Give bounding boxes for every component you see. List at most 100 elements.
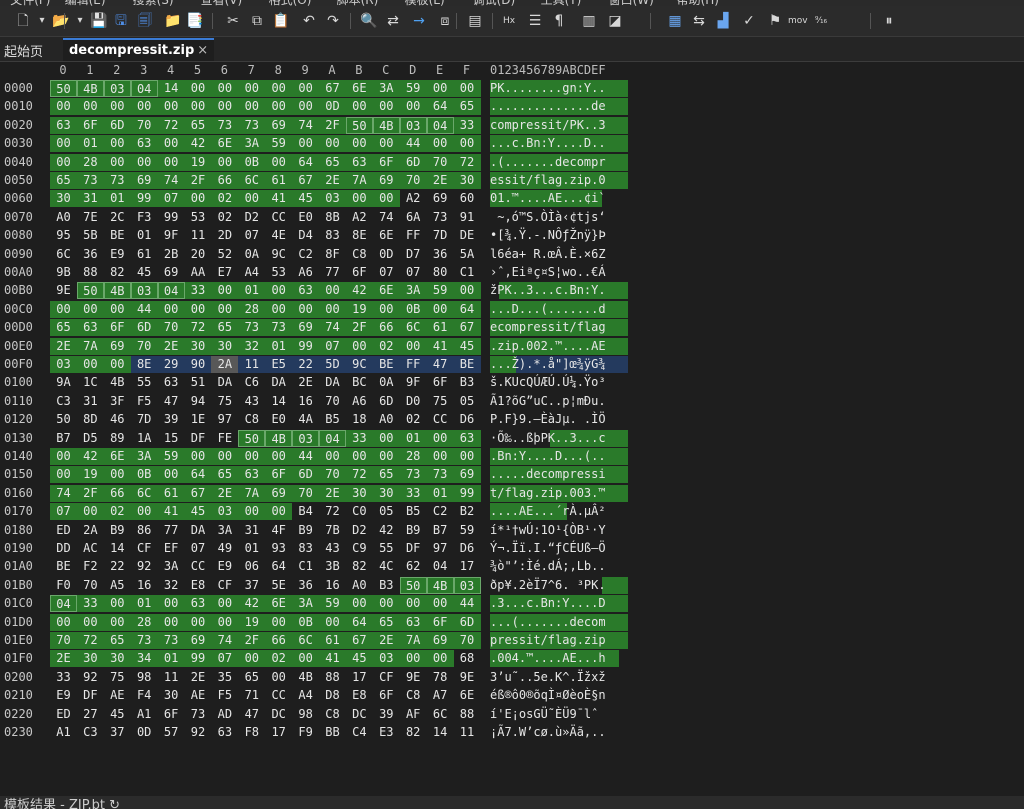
- hex-byte[interactable]: 88: [77, 264, 104, 281]
- hex-byte[interactable]: 3A: [211, 522, 238, 539]
- hex-byte[interactable]: 00: [265, 503, 293, 521]
- hex-byte[interactable]: 45: [104, 706, 131, 723]
- hex-byte[interactable]: 04: [427, 558, 454, 575]
- open-template-icon[interactable]: 📑: [186, 12, 204, 30]
- hex-byte[interactable]: 03: [292, 429, 320, 447]
- ascii-row[interactable]: PK........gn:Y..: [490, 80, 606, 97]
- hex-byte[interactable]: E8: [185, 577, 212, 594]
- hex-byte[interactable]: 00: [372, 98, 400, 116]
- hex-byte[interactable]: 04: [426, 116, 454, 134]
- hex-byte[interactable]: 00: [103, 98, 131, 116]
- hex-byte[interactable]: 9F: [158, 227, 185, 244]
- hex-byte[interactable]: 8D: [77, 411, 104, 428]
- hex-byte[interactable]: 01: [265, 337, 293, 355]
- hex-byte[interactable]: DC: [346, 706, 373, 723]
- hex-byte[interactable]: E9: [104, 246, 131, 263]
- hex-byte[interactable]: 20: [185, 246, 212, 263]
- hex-byte[interactable]: 30: [453, 172, 481, 189]
- hex-byte[interactable]: 44: [130, 300, 158, 318]
- hex-byte[interactable]: 00: [265, 300, 293, 318]
- hex-byte[interactable]: 00: [453, 135, 481, 153]
- hex-byte[interactable]: 75: [104, 669, 131, 686]
- hex-byte[interactable]: 45: [453, 337, 481, 355]
- hex-byte[interactable]: 88: [454, 706, 481, 723]
- hex-byte[interactable]: DA: [185, 522, 212, 539]
- hex-byte[interactable]: 00: [426, 429, 454, 447]
- hex-byte[interactable]: 19: [345, 300, 373, 318]
- hex-byte[interactable]: D0: [400, 393, 427, 410]
- hex-byte[interactable]: 05: [454, 393, 481, 410]
- hex-byte[interactable]: 73: [185, 706, 212, 723]
- hex-byte[interactable]: 00: [211, 595, 239, 613]
- hex-byte[interactable]: 36: [427, 246, 454, 263]
- hex-byte[interactable]: DF: [400, 540, 427, 557]
- hex-byte[interactable]: 06: [238, 558, 265, 575]
- hex-byte[interactable]: 32: [238, 337, 266, 355]
- hex-byte[interactable]: A4: [238, 264, 265, 281]
- ascii-row[interactable]: .....decompressi: [490, 466, 606, 483]
- script-icon[interactable]: ▤: [466, 12, 484, 30]
- hex-byte[interactable]: 74: [211, 632, 239, 649]
- hex-byte[interactable]: 92: [131, 558, 158, 575]
- hex-byte[interactable]: CC: [265, 687, 292, 704]
- save-as-icon[interactable]: 🖫: [112, 12, 130, 30]
- hex-byte[interactable]: 65: [238, 669, 265, 686]
- hex-byte[interactable]: 04: [157, 282, 185, 300]
- hex-byte[interactable]: 00: [265, 98, 293, 116]
- hex-byte[interactable]: 0B: [238, 153, 266, 171]
- hex-byte[interactable]: 50: [50, 411, 77, 428]
- hex-byte[interactable]: 00: [372, 300, 400, 318]
- open-folder-icon[interactable]: 📂: [52, 12, 70, 30]
- hex-byte[interactable]: 99: [158, 209, 185, 226]
- hex-byte[interactable]: D2: [346, 522, 373, 539]
- hex-byte[interactable]: AD: [211, 706, 238, 723]
- hex-byte[interactable]: 4B: [292, 669, 319, 686]
- hex-byte[interactable]: 74: [373, 209, 400, 226]
- hex-byte[interactable]: 78: [427, 669, 454, 686]
- hex-byte[interactable]: CF: [373, 669, 400, 686]
- hex-byte[interactable]: A5: [104, 577, 131, 594]
- hex-byte[interactable]: E8: [346, 687, 373, 704]
- hex-byte[interactable]: 64: [453, 300, 481, 318]
- hex-byte[interactable]: 64: [426, 98, 454, 116]
- undo-icon[interactable]: ↶: [300, 12, 318, 30]
- hex-byte[interactable]: 03: [372, 650, 400, 668]
- ascii-row[interactable]: ...c.Bn:Y....D..: [490, 135, 606, 152]
- hex-byte[interactable]: 00: [319, 300, 346, 318]
- hex-byte[interactable]: 53: [265, 264, 292, 281]
- hex-byte[interactable]: 99: [453, 484, 481, 502]
- pause-icon[interactable]: ⏸: [880, 12, 898, 30]
- hex-byte[interactable]: DF: [185, 430, 212, 447]
- hex-byte[interactable]: 2C: [104, 209, 131, 226]
- hex-byte[interactable]: 00: [130, 153, 158, 171]
- hex-byte[interactable]: 65: [453, 98, 481, 116]
- hex-byte[interactable]: 00: [76, 356, 104, 373]
- hex-byte[interactable]: 7A: [399, 632, 427, 649]
- hex-byte[interactable]: 59: [426, 282, 454, 300]
- hex-byte[interactable]: 00: [50, 613, 77, 631]
- hex-byte[interactable]: 00: [103, 300, 131, 318]
- hex-byte[interactable]: 83: [319, 227, 346, 244]
- hex-byte[interactable]: 00: [265, 282, 293, 300]
- hex-byte[interactable]: 00: [265, 153, 293, 171]
- hex-byte[interactable]: 73: [426, 466, 454, 484]
- ascii-row[interactable]: •[¾.Ÿ.-.NÔƒŽnÿ}Þ: [490, 227, 606, 244]
- ascii-row[interactable]: compressit/PK..3: [490, 117, 606, 134]
- hex-byte[interactable]: 35: [211, 669, 238, 686]
- hex-byte[interactable]: 86: [131, 522, 158, 539]
- hex-byte[interactable]: BE: [453, 356, 481, 373]
- hex-byte[interactable]: 00: [265, 669, 292, 686]
- hex-byte[interactable]: 16: [292, 393, 319, 410]
- hex-byte[interactable]: 00: [238, 650, 266, 668]
- hex-byte[interactable]: 65: [103, 632, 131, 649]
- hex-byte[interactable]: 70: [130, 116, 158, 134]
- hex-byte[interactable]: 65: [372, 613, 400, 631]
- hex-byte[interactable]: 4B: [104, 374, 131, 391]
- hex-byte[interactable]: C8: [346, 246, 373, 263]
- hex-byte[interactable]: 27: [77, 706, 104, 723]
- hex-byte[interactable]: 00: [103, 595, 131, 613]
- hex-byte[interactable]: 05: [373, 503, 400, 520]
- hex-byte[interactable]: 16: [319, 577, 346, 594]
- hex-byte[interactable]: A7: [427, 687, 454, 704]
- hex-byte[interactable]: 72: [453, 153, 481, 171]
